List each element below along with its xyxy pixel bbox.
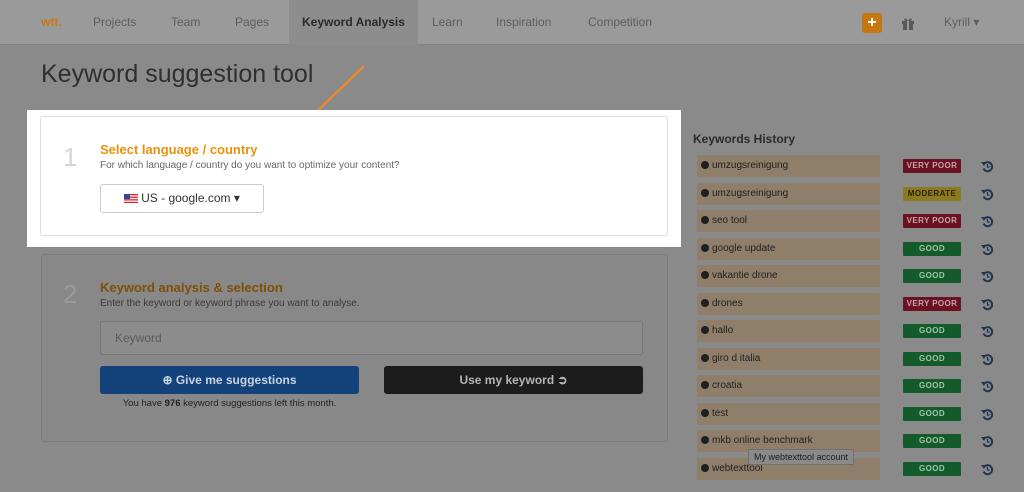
step-number: 1 (63, 142, 78, 172)
history-keyword: croatia (712, 380, 743, 391)
arrow-circle-icon (701, 298, 709, 307)
arrow-circle-icon (701, 216, 709, 224)
history-row: google update GOOD (697, 237, 997, 260)
history-restore-icon[interactable] (981, 188, 994, 201)
history-row: umzugsreinigung VERY POOR (697, 155, 997, 177)
history-keyword: test (712, 407, 729, 419)
history-keyword: hallo (712, 325, 734, 336)
step-subtitle: For which language / country do you want… (100, 160, 400, 171)
gift-icon[interactable] (901, 16, 915, 30)
history-keyword-link[interactable]: umzugsreinigung (697, 155, 880, 177)
nav-item-projects[interactable]: Projects (93, 0, 136, 45)
step1-panel: 1 Select language / country For which la… (40, 116, 668, 236)
history-restore-icon[interactable] (981, 408, 994, 421)
add-button[interactable]: + (862, 13, 882, 33)
step-title: Keyword analysis & selection (100, 280, 283, 295)
keyword-input[interactable]: Keyword (100, 321, 643, 355)
step-title: Select language / country (100, 142, 258, 157)
history-row: drones VERY POOR (697, 292, 997, 315)
use-my-keyword-button[interactable]: Use my keyword ➲ (384, 366, 643, 394)
user-menu[interactable]: Kyrill ▾ (944, 0, 979, 45)
history-restore-icon[interactable] (981, 380, 994, 393)
history-keyword-link[interactable]: hallo (697, 320, 880, 342)
arrow-circle-icon (701, 243, 709, 252)
arrow-circle-icon (701, 381, 709, 389)
history-keyword: vakantie drone (712, 270, 778, 281)
history-row: hallo GOOD (697, 320, 997, 342)
arrow-circle-icon (701, 188, 709, 197)
keywords-history-title: Keywords History (693, 132, 796, 146)
history-row: test GOOD (697, 402, 997, 425)
history-keyword: umzugsreinigung (712, 160, 789, 171)
rating-badge: MODERATE (903, 186, 961, 201)
rating-badge: GOOD (903, 379, 961, 393)
history-keyword: drones (712, 297, 743, 309)
arrow-circle-icon (701, 326, 709, 334)
give-suggestions-button[interactable]: ⊕ Give me suggestions (100, 366, 359, 394)
arrow-circle-icon (701, 408, 709, 417)
nav-item-inspiration[interactable]: Inspiration (496, 0, 551, 45)
history-row: croatia GOOD (697, 375, 997, 397)
history-keyword: giro d italia (712, 352, 761, 364)
history-restore-icon[interactable] (981, 353, 994, 366)
history-restore-icon[interactable] (981, 160, 994, 173)
history-row: seo tool VERY POOR (697, 210, 997, 232)
nav-item-keyword-analysis[interactable]: Keyword Analysis (289, 0, 418, 45)
history-row: vakantie drone GOOD (697, 265, 997, 287)
history-restore-icon[interactable] (981, 270, 994, 283)
page-title: Keyword suggestion tool (41, 60, 314, 88)
rating-badge: GOOD (903, 434, 961, 448)
arrow-circle-icon (701, 436, 709, 444)
step-subtitle: Enter the keyword or keyword phrase you … (100, 298, 360, 309)
us-flag-icon (124, 194, 139, 203)
arrow-circle-icon (701, 463, 709, 472)
nav-item-learn[interactable]: Learn (432, 0, 463, 45)
history-row: giro d italia GOOD (697, 347, 997, 370)
history-restore-icon[interactable] (981, 325, 994, 338)
nav-item-competition[interactable]: Competition (588, 0, 652, 45)
rating-badge: GOOD (903, 269, 961, 283)
rating-badge: GOOD (903, 324, 961, 338)
history-keyword: mkb online benchmark (712, 435, 813, 446)
step-number: 2 (63, 279, 78, 309)
history-keyword-link[interactable]: croatia (697, 375, 880, 397)
history-keyword-link[interactable]: google update (697, 237, 880, 260)
history-keyword-link[interactable]: drones (697, 292, 880, 315)
history-keyword: google update (712, 242, 776, 254)
history-keyword-link[interactable]: vakantie drone (697, 265, 880, 287)
arrow-circle-icon (701, 353, 709, 362)
history-restore-icon[interactable] (981, 243, 994, 256)
rating-badge: VERY POOR (903, 296, 961, 311)
history-keyword: seo tool (712, 215, 748, 226)
history-row: umzugsreinigung MODERATE (697, 182, 997, 205)
history-restore-icon[interactable] (981, 215, 994, 228)
rating-badge: GOOD (903, 241, 961, 256)
top-navbar: wtt. Projects Team Pages Keyword Analysi… (0, 0, 1024, 45)
arrow-circle-icon (701, 161, 709, 169)
history-keyword-link[interactable]: giro d italia (697, 347, 880, 370)
rating-badge: GOOD (903, 406, 961, 421)
nav-item-pages[interactable]: Pages (235, 0, 269, 45)
account-tooltip: My webtexttool account (748, 449, 855, 465)
language-country-dropdown[interactable]: US - google.com ▾ (100, 184, 264, 213)
arrow-circle-icon (701, 271, 709, 279)
history-restore-icon[interactable] (981, 298, 994, 311)
rating-badge: VERY POOR (903, 214, 961, 228)
history-keyword-link[interactable]: test (697, 402, 880, 425)
suggestion-quota: You have 976 keyword suggestions left th… (122, 398, 337, 409)
nav-item-team[interactable]: Team (171, 0, 200, 45)
brand-logo[interactable]: wtt. (41, 0, 62, 45)
history-keyword-link[interactable]: umzugsreinigung (697, 182, 880, 205)
step1-highlight: 1 Select language / country For which la… (27, 110, 681, 247)
history-keyword: umzugsreinigung (712, 187, 789, 199)
rating-badge: VERY POOR (903, 159, 961, 173)
step2-panel: 2 Keyword analysis & selection Enter the… (41, 254, 668, 442)
rating-badge: GOOD (903, 351, 961, 366)
history-restore-icon[interactable] (981, 463, 994, 476)
rating-badge: GOOD (903, 461, 961, 476)
history-keyword-link[interactable]: seo tool (697, 210, 880, 232)
history-restore-icon[interactable] (981, 435, 994, 448)
selected-country: US - google.com ▾ (141, 191, 240, 205)
